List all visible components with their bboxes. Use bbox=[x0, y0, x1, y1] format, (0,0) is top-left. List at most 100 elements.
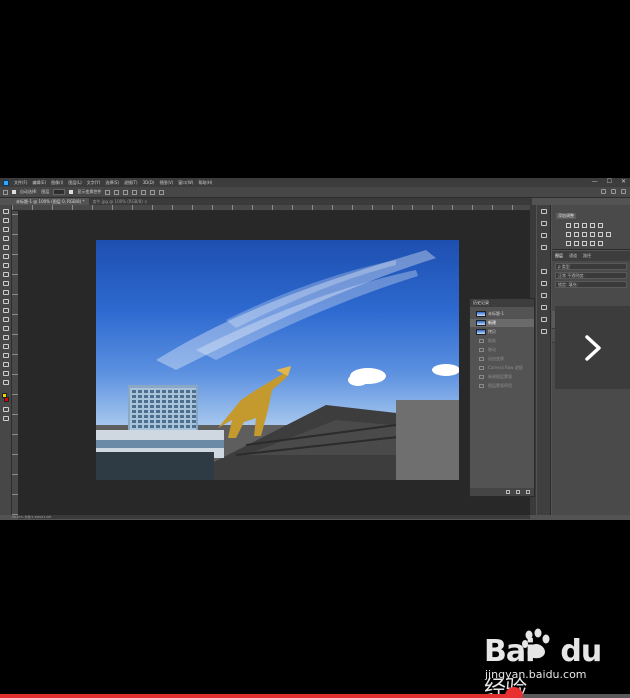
channel-mixer-icon[interactable] bbox=[606, 232, 611, 237]
blend-mode-select[interactable]: 正常 不透明度: bbox=[555, 272, 627, 279]
3d-mode-icon[interactable] bbox=[159, 189, 165, 195]
photo-filter-icon[interactable] bbox=[598, 232, 603, 237]
menu-file[interactable]: 文件(F) bbox=[14, 180, 27, 186]
background-color-swatch[interactable] bbox=[4, 397, 9, 402]
healing-brush-tool-icon[interactable] bbox=[3, 263, 9, 268]
history-item[interactable]: 新建 bbox=[470, 319, 534, 327]
invert-icon[interactable] bbox=[566, 241, 571, 246]
auto-select-checkbox[interactable] bbox=[12, 190, 16, 194]
threshold-icon[interactable] bbox=[582, 241, 587, 246]
tab-untitled-1[interactable]: 未标题-1 @ 100% (图层 0, RGB/8) * bbox=[12, 198, 89, 205]
history-item[interactable]: 自由变换 bbox=[470, 355, 534, 363]
quick-mask-icon[interactable] bbox=[3, 407, 9, 412]
history-brush-tool-icon[interactable] bbox=[3, 290, 9, 295]
vibrance-icon[interactable] bbox=[566, 232, 571, 237]
zoom-readout[interactable]: 33.33% bbox=[12, 515, 23, 519]
gradient-tool-icon[interactable] bbox=[3, 308, 9, 313]
menu-3d[interactable]: 3D(D) bbox=[143, 180, 155, 185]
path-select-tool-icon[interactable] bbox=[3, 353, 9, 358]
paragraph-panel-icon[interactable] bbox=[541, 281, 547, 286]
eyedropper-tool-icon[interactable] bbox=[3, 254, 9, 259]
swatches-panel-icon[interactable] bbox=[541, 329, 547, 334]
history-panel-icon[interactable] bbox=[541, 209, 547, 214]
history-item[interactable]: 移动 bbox=[470, 346, 534, 354]
distribute-middle-icon[interactable] bbox=[141, 189, 147, 195]
distribute-bottom-icon[interactable] bbox=[150, 189, 156, 195]
eraser-tool-icon[interactable] bbox=[3, 299, 9, 304]
menu-help[interactable]: 帮助(H) bbox=[198, 180, 212, 186]
brightness-contrast-icon[interactable] bbox=[566, 223, 571, 228]
history-item[interactable]: 图层蒙版停用 bbox=[470, 382, 534, 390]
align-center-icon[interactable] bbox=[114, 189, 120, 195]
posterize-icon[interactable] bbox=[574, 241, 579, 246]
selective-color-icon[interactable] bbox=[590, 241, 595, 246]
auto-select-target-box[interactable] bbox=[53, 189, 66, 195]
crop-tool-icon[interactable] bbox=[3, 245, 9, 250]
menu-layer[interactable]: 图层(L) bbox=[68, 180, 81, 186]
shape-tool-icon[interactable] bbox=[3, 362, 9, 367]
color-balance-icon[interactable] bbox=[582, 232, 587, 237]
curves-icon[interactable] bbox=[582, 223, 587, 228]
pen-tool-icon[interactable] bbox=[3, 335, 9, 340]
trash-icon[interactable] bbox=[526, 490, 530, 494]
properties-panel-icon[interactable] bbox=[541, 221, 547, 226]
align-left-icon[interactable] bbox=[105, 189, 111, 195]
type-tool-icon[interactable] bbox=[3, 344, 9, 349]
video-progress-bar[interactable] bbox=[0, 694, 630, 698]
maximize-button[interactable]: ☐ bbox=[607, 179, 612, 185]
character-panel-icon[interactable] bbox=[541, 269, 547, 274]
history-item[interactable]: 新建图层蒙版 bbox=[470, 373, 534, 381]
quick-select-tool-icon[interactable] bbox=[3, 236, 9, 241]
menu-filter[interactable]: 滤镜(T) bbox=[124, 180, 138, 186]
menu-image[interactable]: 图像(I) bbox=[51, 180, 63, 186]
lasso-tool-icon[interactable] bbox=[3, 227, 9, 232]
transform-controls-checkbox[interactable] bbox=[69, 190, 74, 194]
move-tool-preset-icon[interactable] bbox=[3, 189, 8, 195]
video-scrub-handle[interactable] bbox=[505, 687, 523, 698]
history-item[interactable]: 粘贴 bbox=[470, 337, 534, 345]
camera-snapshot-icon[interactable] bbox=[516, 490, 520, 494]
align-right-icon[interactable] bbox=[123, 189, 129, 195]
levels-icon[interactable] bbox=[574, 223, 579, 228]
screen-mode-icon[interactable] bbox=[3, 416, 9, 421]
tab-layers[interactable]: 图层 bbox=[555, 253, 563, 259]
blur-tool-icon[interactable] bbox=[3, 317, 9, 322]
next-button[interactable] bbox=[555, 306, 630, 389]
hand-tool-icon[interactable] bbox=[3, 371, 9, 376]
move-tool-icon[interactable] bbox=[3, 209, 9, 214]
horizontal-scrollbar[interactable] bbox=[18, 515, 530, 519]
menu-type[interactable]: 文字(Y) bbox=[87, 180, 101, 186]
exposure-icon[interactable] bbox=[590, 223, 595, 228]
hue-saturation-icon[interactable] bbox=[574, 232, 579, 237]
adjust-panel-icon[interactable] bbox=[541, 245, 547, 250]
history-item[interactable]: 未标题-1 bbox=[470, 310, 534, 318]
gradient-map-icon[interactable] bbox=[598, 241, 603, 246]
zoom-tool-icon[interactable] bbox=[3, 380, 9, 385]
brush-panel-icon[interactable] bbox=[541, 233, 547, 238]
tab-channels[interactable]: 通道 bbox=[569, 253, 577, 259]
history-item[interactable]: 拷贝 bbox=[470, 328, 534, 336]
color-panel-icon[interactable] bbox=[541, 317, 547, 322]
auto-select-dropdown[interactable]: 图层 bbox=[41, 189, 49, 195]
layer-kind-filter[interactable]: ρ 类型 bbox=[555, 263, 627, 270]
history-item[interactable]: Camera Raw 滤镜 bbox=[470, 364, 534, 372]
tab-paths[interactable]: 路径 bbox=[583, 253, 591, 259]
distribute-top-icon[interactable] bbox=[132, 189, 138, 195]
menu-edit[interactable]: 编辑(E) bbox=[32, 180, 46, 186]
menu-view[interactable]: 视图(V) bbox=[159, 180, 173, 186]
clone-stamp-tool-icon[interactable] bbox=[3, 281, 9, 286]
gradient-fill-icon[interactable] bbox=[598, 223, 603, 228]
menu-window[interactable]: 窗口(W) bbox=[178, 180, 193, 186]
workspace-icon[interactable] bbox=[611, 189, 616, 194]
marquee-tool-icon[interactable] bbox=[3, 218, 9, 223]
black-white-icon[interactable] bbox=[590, 232, 595, 237]
share-icon[interactable] bbox=[621, 189, 626, 194]
search-icon[interactable] bbox=[601, 189, 606, 194]
menu-select[interactable]: 选择(S) bbox=[105, 180, 119, 186]
close-button[interactable]: ✕ bbox=[621, 179, 626, 185]
tab-cow-jpg[interactable]: 卖牛.jpg @ 100% (RGB/8) × bbox=[88, 198, 152, 205]
minimize-button[interactable]: — bbox=[592, 179, 598, 185]
info-panel-icon[interactable] bbox=[541, 305, 547, 310]
dodge-tool-icon[interactable] bbox=[3, 326, 9, 331]
brush-tool-icon[interactable] bbox=[3, 272, 9, 277]
